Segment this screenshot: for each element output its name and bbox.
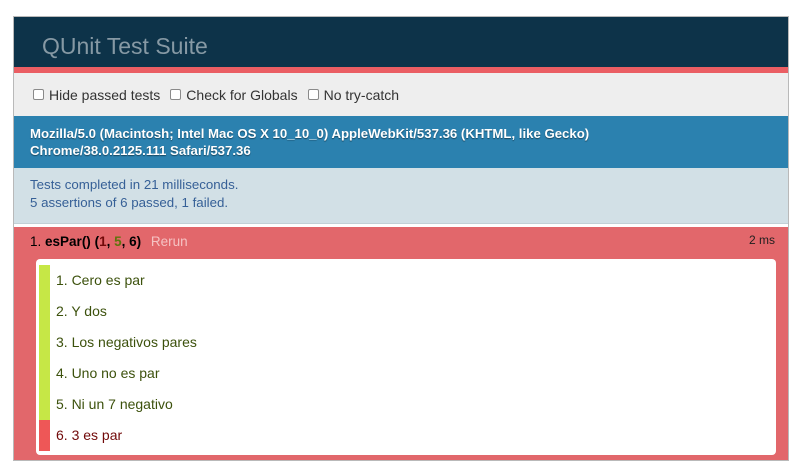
test-runtime: 2 ms bbox=[748, 233, 775, 247]
test-results-banner: Tests completed in 21 milliseconds. 5 as… bbox=[14, 168, 788, 224]
assertion-item: 2. Y dos bbox=[36, 296, 776, 327]
paren-close: ) bbox=[136, 234, 142, 249]
separator: , bbox=[121, 234, 130, 249]
status-bar bbox=[39, 389, 50, 420]
total-count: 6 bbox=[129, 234, 137, 249]
user-agent: Mozilla/5.0 (Macintosh; Intel Mac OS X 1… bbox=[14, 116, 788, 168]
check-globals-option[interactable]: Check for Globals bbox=[170, 86, 298, 103]
test-header[interactable]: 1. esPar() (1, 5, 6) Rerun bbox=[30, 234, 188, 249]
status-bar bbox=[39, 358, 50, 389]
qunit-toolbar: Hide passed tests Check for Globals No t… bbox=[14, 73, 788, 116]
user-agent-line-1: Mozilla/5.0 (Macintosh; Intel Mac OS X 1… bbox=[30, 126, 590, 141]
no-try-catch-checkbox[interactable] bbox=[307, 89, 319, 100]
hide-passed-tests-option[interactable]: Hide passed tests bbox=[33, 87, 160, 103]
no-try-catch-option[interactable]: No try-catch bbox=[307, 86, 400, 103]
check-globals-label: Check for Globals bbox=[186, 86, 298, 103]
assertion-item: 4. Uno no es par bbox=[36, 358, 776, 389]
hide-passed-label: Hide passed tests bbox=[49, 86, 161, 103]
failed-count: 1 bbox=[99, 234, 107, 249]
assertion-text: 5. Ni un 7 negativo bbox=[56, 396, 173, 412]
separator: , bbox=[106, 234, 115, 249]
assertion-list: 1. Cero es par 2. Y dos 3. Los negativos… bbox=[36, 259, 776, 455]
status-bar bbox=[39, 327, 50, 358]
assertions-summary-text: 5 assertions of 6 passed, 1 failed. bbox=[30, 195, 229, 210]
passed-count: 5 bbox=[114, 234, 122, 249]
user-agent-line-2: Chrome/38.0.2125.111 Safari/537.36 bbox=[30, 143, 251, 158]
assertion-text: 1. Cero es par bbox=[56, 272, 145, 288]
assertion-item-failed: 6. 3 es par bbox=[36, 420, 776, 451]
page-title: QUnit Test Suite bbox=[42, 33, 208, 59]
check-globals-checkbox[interactable] bbox=[170, 89, 182, 100]
assertion-text: 2. Y dos bbox=[56, 303, 107, 319]
qunit-window: QUnit Test Suite Hide passed tests Check… bbox=[13, 16, 789, 461]
assertion-item: 3. Los negativos pares bbox=[36, 327, 776, 358]
test-index: 1. bbox=[30, 234, 42, 249]
no-try-catch-label: No try-catch bbox=[323, 86, 400, 103]
assertion-text: 6. 3 es par bbox=[56, 427, 123, 443]
hide-passed-checkbox[interactable] bbox=[33, 89, 44, 100]
assertion-item: 1. Cero es par bbox=[36, 265, 776, 296]
test-item-failed: 1. esPar() (1, 5, 6) Rerun 2 ms 1. Cero … bbox=[14, 227, 788, 460]
assertion-item: 5. Ni un 7 negativo bbox=[36, 389, 776, 420]
test-name: esPar() bbox=[45, 234, 91, 249]
assertion-text: 4. Uno no es par bbox=[56, 365, 160, 381]
assertion-text: 3. Los negativos pares bbox=[56, 334, 197, 350]
status-bar bbox=[39, 296, 50, 327]
paren-open: ( bbox=[90, 234, 100, 249]
status-bar bbox=[39, 420, 50, 451]
tests-completed-text: Tests completed in 21 milliseconds. bbox=[30, 177, 239, 192]
status-bar bbox=[39, 265, 50, 296]
rerun-link[interactable]: Rerun bbox=[151, 234, 188, 249]
qunit-header: QUnit Test Suite bbox=[14, 17, 788, 73]
